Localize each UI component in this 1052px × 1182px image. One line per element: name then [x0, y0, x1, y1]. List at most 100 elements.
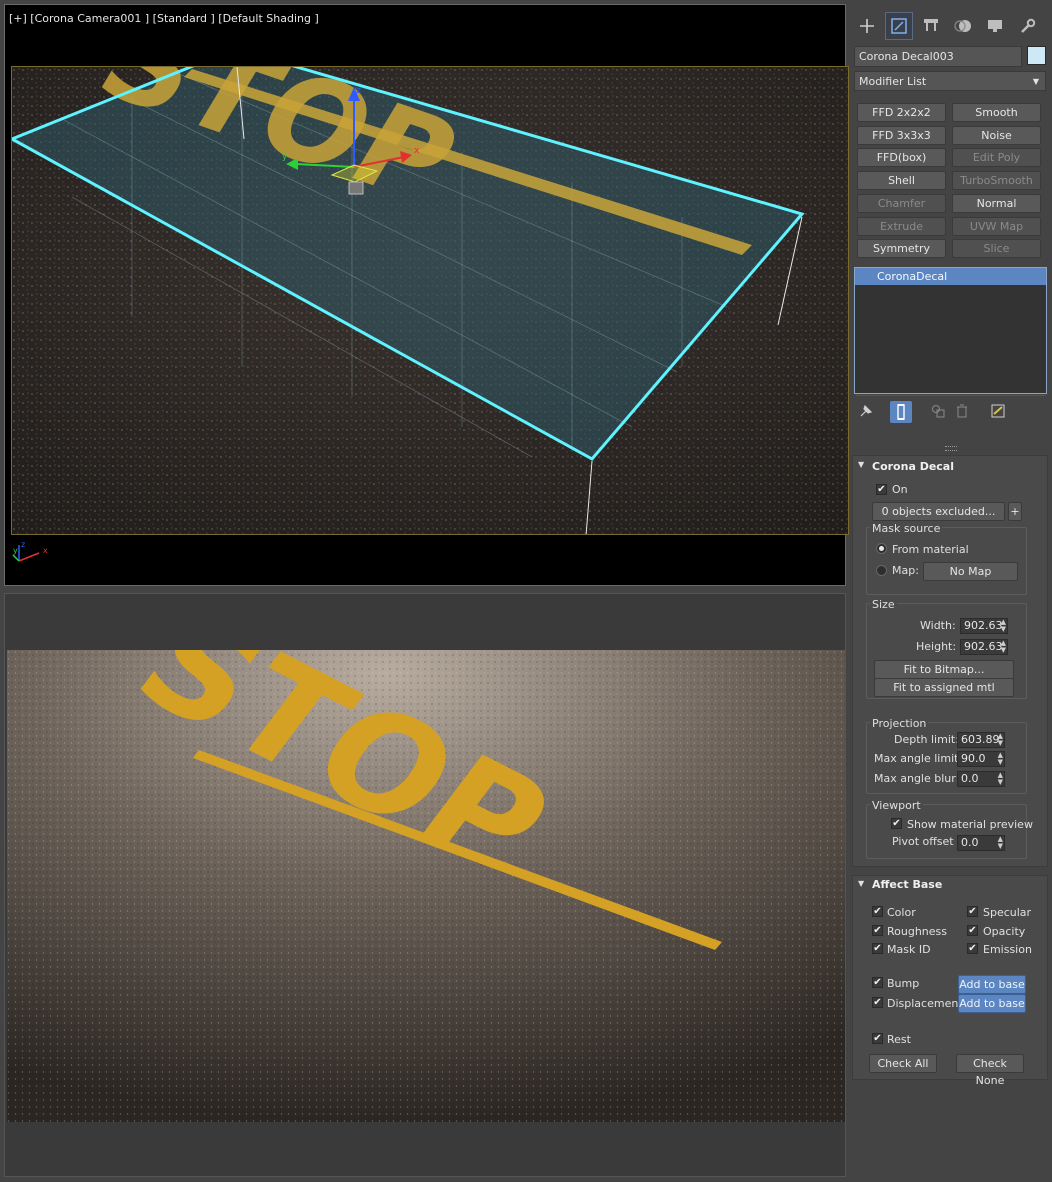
rollout-collapse-icon[interactable]: ▼: [858, 879, 864, 888]
hierarchy-icon[interactable]: [917, 12, 945, 40]
modifier-button-symmetry[interactable]: Symmetry: [857, 239, 946, 259]
chevron-down-icon: ▼: [1032, 77, 1039, 86]
add-excluded-button[interactable]: +: [1008, 502, 1022, 521]
viewport-label[interactable]: [+] [Corona Camera001 ] [Standard ] [Def…: [9, 12, 319, 25]
on-label: On: [892, 483, 908, 496]
displacement-checkbox[interactable]: ✔: [872, 997, 883, 1008]
size-title: Size: [870, 598, 897, 611]
render-viewport[interactable]: STOP: [4, 593, 846, 1177]
pivot-offset-spinner[interactable]: 0.0 ▲ ▼: [957, 835, 1005, 851]
width-label: Width:: [920, 619, 956, 632]
make-unique-icon[interactable]: [930, 403, 946, 422]
display-icon[interactable]: [981, 12, 1009, 40]
svg-text:z: z: [356, 86, 361, 96]
modifier-button-ffd-box-[interactable]: FFD(box): [857, 148, 946, 168]
check-all-button[interactable]: Check All: [869, 1054, 937, 1073]
map-radio[interactable]: [876, 565, 887, 576]
modifier-button-chamfer[interactable]: Chamfer: [857, 193, 946, 213]
color-label: Color: [887, 906, 916, 919]
show-end-result-icon[interactable]: [890, 401, 912, 423]
mask-id-label: Mask ID: [887, 943, 931, 956]
svg-text:y: y: [13, 546, 18, 555]
color-checkbox[interactable]: ✔: [872, 906, 883, 917]
max-angle-limit-spinner[interactable]: 90.0 ▲ ▼: [957, 751, 1005, 767]
no-map-button[interactable]: No Map: [923, 562, 1018, 581]
displacement-add-to-base-button[interactable]: Add to base: [958, 994, 1026, 1013]
utilities-icon[interactable]: [1013, 12, 1041, 40]
emission-checkbox[interactable]: ✔: [967, 943, 978, 954]
check-none-button[interactable]: Check None: [956, 1054, 1024, 1087]
modifier-button-smooth[interactable]: Smooth: [952, 103, 1041, 122]
modifier-button-extrude[interactable]: Extrude: [857, 216, 946, 236]
max-angle-blur-label: Max angle blur:: [874, 772, 960, 785]
modifier-button-ffd-2x2x2[interactable]: FFD 2x2x2: [857, 103, 946, 122]
height-label: Height:: [916, 640, 957, 653]
projection-title: Projection: [870, 717, 929, 730]
stack-item-coronadecal[interactable]: CoronaDecal: [855, 268, 1046, 285]
from-material-label: From material: [892, 543, 969, 556]
rest-checkbox[interactable]: ✔: [872, 1033, 883, 1044]
modifier-button-turbosmooth[interactable]: TurboSmooth: [952, 171, 1041, 191]
svg-text:x: x: [43, 546, 48, 555]
viewport-scene: STOP x y z: [12, 67, 848, 534]
remove-modifier-icon[interactable]: [954, 403, 970, 422]
bump-add-to-base-button[interactable]: Add to base: [958, 975, 1026, 994]
show-material-preview-checkbox[interactable]: ✔: [891, 818, 902, 829]
mask-source-title: Mask source: [870, 522, 943, 535]
modifier-button-shell[interactable]: Shell: [857, 171, 946, 191]
axis-tripod-icon: x y z: [12, 540, 48, 562]
on-checkbox[interactable]: ✔: [876, 484, 887, 495]
fit-to-bitmap-button[interactable]: Fit to Bitmap...: [874, 660, 1014, 679]
pin-icon[interactable]: [858, 403, 874, 422]
camera-viewport[interactable]: [+] [Corona Camera001 ] [Standard ] [Def…: [4, 4, 849, 586]
modifier-button-ffd-3x3x3[interactable]: FFD 3x3x3: [857, 125, 946, 145]
modifier-button-uvw-map[interactable]: UVW Map: [952, 216, 1041, 236]
object-color-swatch[interactable]: [1027, 46, 1046, 65]
max-angle-limit-label: Max angle limit:: [874, 752, 963, 765]
safe-frame: STOP x y z: [11, 66, 849, 535]
modifier-button-slice[interactable]: Slice: [952, 239, 1041, 259]
create-icon[interactable]: [853, 12, 881, 40]
command-panel: Corona Decal003 Modifier List ▼ FFD 2x2x…: [850, 0, 1052, 1182]
modifier-button-normal[interactable]: Normal: [952, 193, 1041, 213]
rest-label: Rest: [887, 1033, 911, 1046]
mask-source-group: [866, 527, 1027, 595]
specular-label: Specular: [983, 906, 1032, 919]
from-material-radio[interactable]: [876, 543, 887, 554]
modifier-button-edit-poly[interactable]: Edit Poly: [952, 148, 1041, 168]
roughness-label: Roughness: [887, 925, 948, 938]
svg-text:x: x: [414, 146, 420, 156]
width-spinner[interactable]: 902.63 ▲ ▼: [960, 618, 1008, 634]
pivot-offset-label: Pivot offset: [892, 835, 954, 848]
displacement-label: Displacement: [887, 997, 963, 1010]
configure-sets-icon[interactable]: [990, 403, 1006, 422]
modifier-list-label: Modifier List: [859, 75, 927, 88]
modify-icon[interactable]: [885, 12, 913, 40]
object-name-field[interactable]: Corona Decal003: [854, 46, 1022, 67]
bump-checkbox[interactable]: ✔: [872, 977, 883, 988]
depth-limit-spinner[interactable]: 603.89 ▲ ▼: [957, 732, 1005, 748]
rollout-collapse-icon[interactable]: ▼: [858, 460, 864, 469]
modifier-stack[interactable]: CoronaDecal: [854, 267, 1047, 394]
max-angle-blur-spinner[interactable]: 0.0 ▲ ▼: [957, 771, 1005, 787]
show-material-preview-label: Show material preview: [907, 818, 1033, 831]
affect-base-title[interactable]: Affect Base: [872, 878, 942, 891]
emission-label: Emission: [983, 943, 1032, 956]
svg-text:y: y: [282, 152, 288, 162]
height-spinner[interactable]: 902.63 ▲ ▼: [960, 639, 1008, 655]
rollout-title[interactable]: Corona Decal: [872, 460, 954, 473]
excluded-objects-button[interactable]: 0 objects excluded...: [872, 502, 1005, 521]
motion-icon[interactable]: [949, 12, 977, 40]
modifier-button-noise[interactable]: Noise: [952, 125, 1041, 145]
opacity-label: Opacity: [983, 925, 1026, 938]
specular-checkbox[interactable]: ✔: [967, 906, 978, 917]
opacity-checkbox[interactable]: ✔: [967, 925, 978, 936]
panel-resize-handle[interactable]: [945, 446, 957, 451]
modifier-list-dropdown[interactable]: Modifier List ▼: [854, 71, 1046, 91]
mask-id-checkbox[interactable]: ✔: [872, 943, 883, 954]
viewport-title: Viewport: [870, 799, 923, 812]
map-label: Map:: [892, 564, 919, 577]
depth-limit-label: Depth limit:: [894, 733, 959, 746]
roughness-checkbox[interactable]: ✔: [872, 925, 883, 936]
fit-to-assigned-mtl-button[interactable]: Fit to assigned mtl: [874, 678, 1014, 697]
